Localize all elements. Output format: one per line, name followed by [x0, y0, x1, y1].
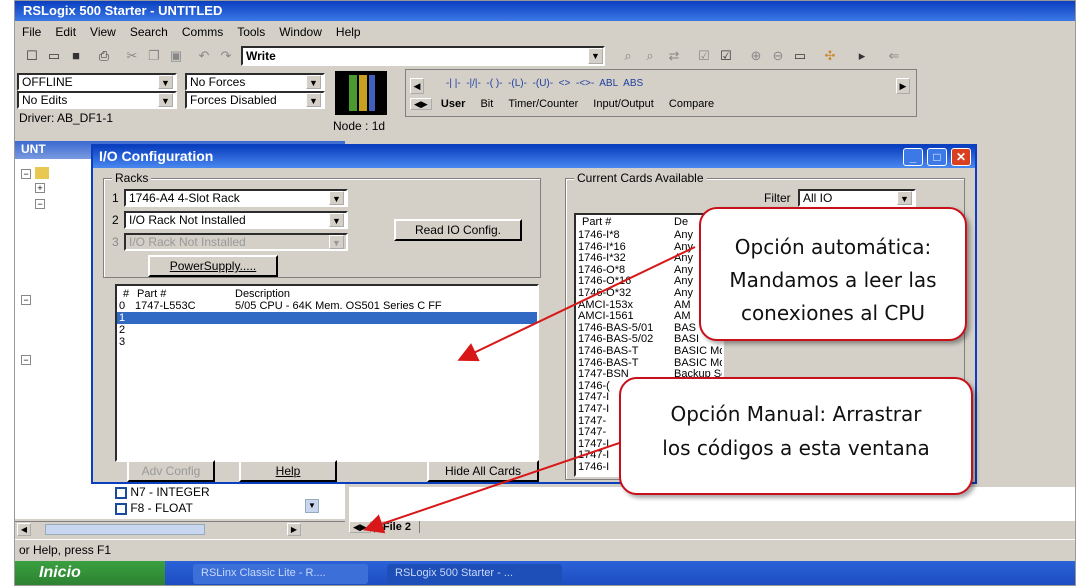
callout-line: conexiones al CPU	[740, 301, 926, 325]
callout-line: Opción automática:	[734, 235, 932, 259]
callout-line: Mandamos a leer las	[729, 268, 937, 292]
manual-option-callout: Opción Manual: Arrastrar los códigos a e…	[619, 377, 973, 495]
screenshot: RSLogix 500 Starter - UNTITLED File Edit V…	[14, 0, 1076, 586]
auto-option-callout: Opción automática: Mandamos a leer las c…	[699, 207, 967, 341]
manual-arrow	[363, 436, 638, 534]
auto-arrow	[457, 246, 696, 362]
callout-line: los códigos a esta ventana	[662, 436, 930, 460]
callout-line: Opción Manual: Arrastrar	[670, 402, 922, 426]
